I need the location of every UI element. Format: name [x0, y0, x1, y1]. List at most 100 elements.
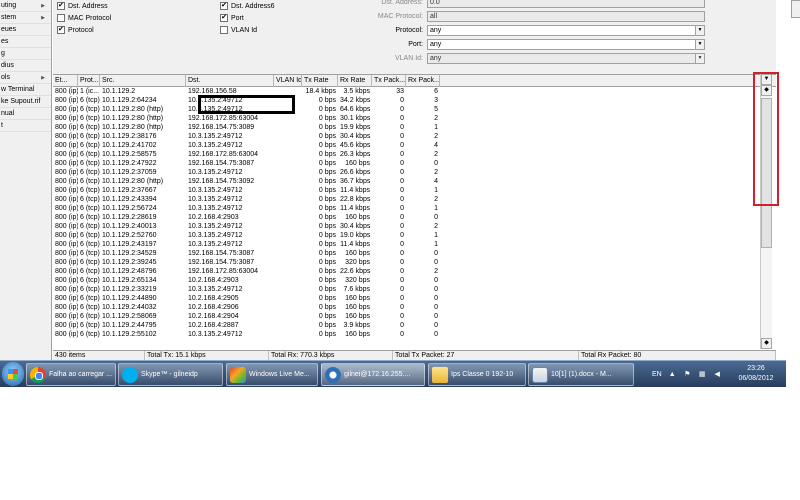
taskbar-item[interactable]: Falha ao carregar ...: [26, 363, 116, 386]
taskbar-item[interactable]: Skype™ - gilneidp: [118, 363, 223, 386]
cell-rx-packets: 4: [434, 178, 438, 185]
table-row[interactable]: 800 (ip) 6 (tcp) 10.1.129.2:44890 10.2.168.…: [53, 294, 776, 303]
table-row[interactable]: 800 (ip) 6 (tcp) 10.1.129.2:52760 10.3.135.…: [53, 231, 776, 240]
cell-ethernet: 800 (ip): [55, 196, 78, 203]
cell-rx-rate: 26.3 kbps: [340, 151, 371, 158]
column-header-rx-rate[interactable]: Rx Rate: [338, 75, 372, 87]
table-row[interactable]: 800 (ip) 6 (tcp) 10.1.129.2:41702 10.3.135.…: [53, 141, 776, 150]
language-indicator[interactable]: EN: [652, 371, 662, 378]
table-row[interactable]: 800 (ip) 6 (tcp) 10.1.129.2:44032 10.2.168.…: [53, 303, 776, 312]
filter-field-input[interactable]: any ▼: [427, 24, 705, 36]
table-row[interactable]: 800 (ip) 6 (tcp) 10.1.129.2:80 (http) 192.1…: [53, 123, 776, 132]
table-row[interactable]: 800 (ip) 6 (tcp) 10.1.129.2:64234 10.3.135.…: [53, 96, 776, 105]
table-row[interactable]: 800 (ip) 6 (tcp) 10.1.129.2:48796 192.168.1…: [53, 267, 776, 276]
flag-icon[interactable]: ⚑: [683, 370, 692, 379]
cell-ethernet: 800 (ip): [55, 133, 78, 140]
column-header-tx-packets[interactable]: Tx Pack...: [372, 75, 406, 87]
column-header-tx-rate[interactable]: Tx Rate: [302, 75, 338, 87]
sidebar-item[interactable]: g: [0, 48, 51, 60]
clock[interactable]: 23:26 06/08/2012: [734, 364, 778, 384]
table-row[interactable]: 800 (ip) 6 (tcp) 10.1.129.2:39245 192.168.1…: [53, 258, 776, 267]
table-row[interactable]: 800 (ip) 1 (ic... 10.1.129.2 192.168.156.58…: [53, 87, 776, 96]
table-row[interactable]: 800 (ip) 6 (tcp) 10.1.129.2:44795 10.2.168.…: [53, 321, 776, 330]
filter-checkbox-row[interactable]: MAC Protocol: [57, 12, 111, 24]
sidebar-item[interactable]: t: [0, 120, 51, 132]
column-header-protocol[interactable]: Prot...: [78, 75, 100, 87]
table-row[interactable]: 800 (ip) 6 (tcp) 10.1.129.2:33219 10.3.135.…: [53, 285, 776, 294]
filter-field-value: any: [430, 54, 442, 62]
checkbox-checked[interactable]: ✔: [220, 2, 228, 10]
side-button[interactable]: [791, 0, 800, 18]
taskbar-item[interactable]: Windows Live Me...: [226, 363, 318, 386]
sidebar-item[interactable]: uting ▶: [0, 0, 51, 12]
cell-rx-packets: 4: [434, 142, 438, 149]
table-row[interactable]: 800 (ip) 6 (tcp) 10.1.129.2:43197 10.3.135.…: [53, 240, 776, 249]
cell-tx-rate: 0 bps: [318, 178, 336, 185]
table-row[interactable]: 800 (ip) 6 (tcp) 10.1.129.2:37059 10.3.135.…: [53, 168, 776, 177]
cell-src: 10.1.129.2:52760: [102, 232, 157, 239]
dropdown-arrow-icon[interactable]: ▼: [695, 25, 704, 35]
sidebar-item[interactable]: ke Supout.rif: [0, 96, 51, 108]
filter-checkbox-row[interactable]: VLAN Id: [220, 24, 257, 36]
table-row[interactable]: 800 (ip) 6 (tcp) 10.1.129.2:65134 10.2.168.…: [53, 276, 776, 285]
dropdown-arrow-icon[interactable]: ▼: [695, 39, 704, 49]
cell-rx-packets: 0: [434, 295, 438, 302]
checkbox-label: Dst. Address: [68, 2, 108, 10]
table-row[interactable]: 800 (ip) 6 (tcp) 10.1.129.2:40013 10.3.135.…: [53, 222, 776, 231]
column-header-src[interactable]: Src.: [100, 75, 186, 87]
cell-rx-packets: 2: [434, 268, 438, 275]
table-row[interactable]: 800 (ip) 6 (tcp) 10.1.129.2:58575 192.168.1…: [53, 150, 776, 159]
checkbox-unchecked[interactable]: [220, 26, 228, 34]
table-row[interactable]: 800 (ip) 6 (tcp) 10.1.129.2:80 (http) 192.1…: [53, 114, 776, 123]
start-button[interactable]: [2, 362, 24, 386]
cell-src: 10.1.129.2:38176: [102, 133, 157, 140]
cell-protocol: 6 (tcp): [80, 178, 100, 185]
column-header-rx-packets[interactable]: Rx Pack...: [406, 75, 440, 87]
checkbox-checked[interactable]: ✔: [57, 2, 65, 10]
table-row[interactable]: 800 (ip) 6 (tcp) 10.1.129.2:38176 10.3.135.…: [53, 132, 776, 141]
column-header-ethernet[interactable]: Et...: [53, 75, 78, 87]
taskbar-item[interactable]: gilnei@172.16.255....: [321, 363, 425, 386]
cell-dst: 10.3.135.2:49712: [188, 187, 243, 194]
volume-icon[interactable]: ◀: [713, 370, 722, 379]
cell-vlan-id: [274, 132, 302, 141]
sidebar-item[interactable]: es: [0, 36, 51, 48]
table-row[interactable]: 800 (ip) 6 (tcp) 10.1.129.2:55102 10.3.135.…: [53, 330, 776, 339]
sidebar-item-label: w Terminal: [1, 86, 35, 93]
cell-tx-packets: 0: [400, 223, 404, 230]
taskbar-item[interactable]: Ips Classe 0 192-10: [428, 363, 526, 386]
sidebar-item[interactable]: nual: [0, 108, 51, 120]
checkbox-checked[interactable]: ✔: [220, 14, 228, 22]
table-row[interactable]: 800 (ip) 6 (tcp) 10.1.129.2:56724 10.3.135.…: [53, 204, 776, 213]
checkbox-checked[interactable]: ✔: [57, 26, 65, 34]
table-row[interactable]: 800 (ip) 6 (tcp) 10.1.129.2:47922 192.168.1…: [53, 159, 776, 168]
sidebar-item[interactable]: eues: [0, 24, 51, 36]
cell-dst: 10.2.168.4:2906: [188, 304, 239, 311]
network-icon[interactable]: ▦: [698, 370, 707, 379]
connections-table: Et... Prot... Src. Dst. VLAN Id Tx Rate Rx Rat…: [53, 74, 776, 349]
filter-checkbox-row[interactable]: ✔ Port: [220, 12, 244, 24]
filter-field-input[interactable]: any ▼: [427, 38, 705, 50]
taskbar-item[interactable]: 10[1] (1).docx - M...: [528, 363, 634, 386]
column-header-dst[interactable]: Dst.: [186, 75, 274, 87]
table-row[interactable]: 800 (ip) 6 (tcp) 10.1.129.2:37667 10.3.135.…: [53, 186, 776, 195]
cell-ethernet: 800 (ip): [55, 142, 78, 149]
table-row[interactable]: 800 (ip) 6 (tcp) 10.1.129.2:43394 10.3.135.…: [53, 195, 776, 204]
sidebar-item[interactable]: ols ▶: [0, 72, 51, 84]
cell-vlan-id: [274, 123, 302, 132]
table-row[interactable]: 800 (ip) 6 (tcp) 10.1.129.2:28619 10.2.168.…: [53, 213, 776, 222]
filter-checkbox-row[interactable]: ✔ Dst. Address: [57, 0, 108, 12]
filter-checkbox-row[interactable]: ✔ Protocol: [57, 24, 94, 36]
show-hidden-icons-icon[interactable]: ▲: [668, 370, 677, 379]
table-row[interactable]: 800 (ip) 6 (tcp) 10.1.129.2:34529 192.168.1…: [53, 249, 776, 258]
sidebar-item[interactable]: w Terminal: [0, 84, 51, 96]
sidebar-item[interactable]: stem ▶: [0, 12, 51, 24]
filter-checkbox-row[interactable]: ✔ Dst. Address6: [220, 0, 275, 12]
checkbox-unchecked[interactable]: [57, 14, 65, 22]
scroll-down-button[interactable]: ◆: [761, 338, 772, 349]
column-header-vlan-id[interactable]: VLAN Id: [274, 75, 302, 87]
table-row[interactable]: 800 (ip) 6 (tcp) 10.1.129.2:80 (http) 10.3.…: [53, 105, 776, 114]
table-row[interactable]: 800 (ip) 6 (tcp) 10.1.129.2:80 (http) 192.1…: [53, 177, 776, 186]
sidebar-item[interactable]: dius: [0, 60, 51, 72]
table-row[interactable]: 800 (ip) 6 (tcp) 10.1.129.2:58069 10.2.168.…: [53, 312, 776, 321]
